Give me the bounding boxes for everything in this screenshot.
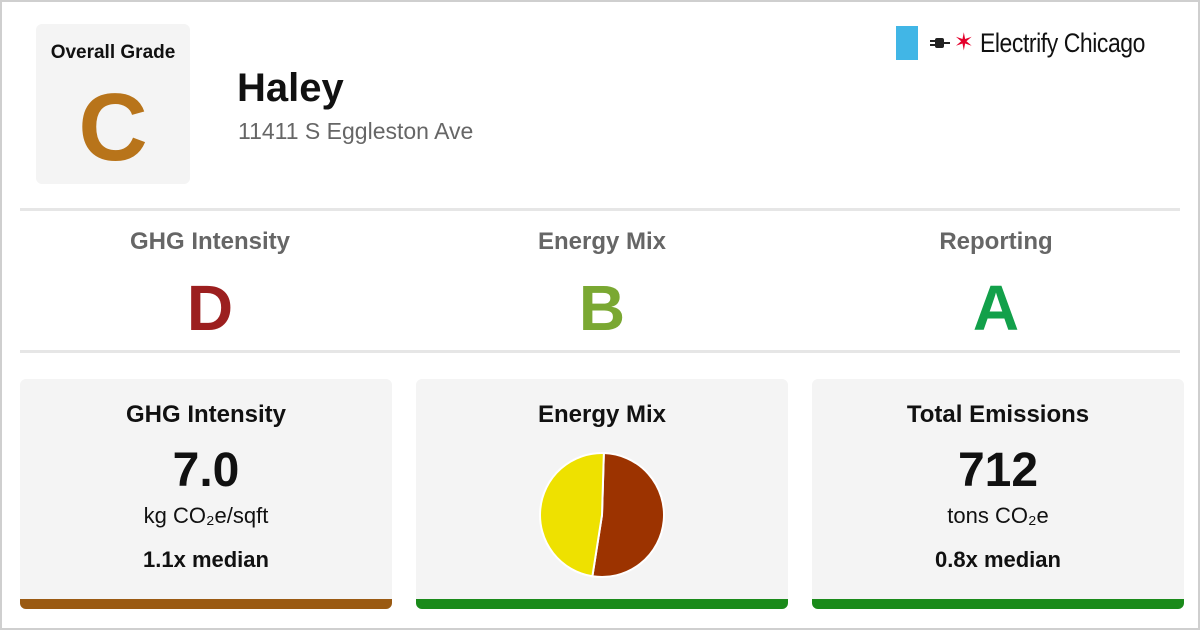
sub-grade-letter: A [972, 272, 1020, 344]
card-title: GHG Intensity [125, 401, 287, 428]
sub-grade-letter: B [578, 272, 626, 344]
sub-grade-energy-mix: Energy Mix B [412, 228, 792, 340]
card-title: Energy Mix [537, 401, 667, 428]
total-emissions-card: Total Emissions 712 tons CO₂e 0.8x media… [812, 379, 1184, 609]
red-star-icon: ✶ [953, 29, 974, 56]
divider-top [20, 208, 1180, 211]
flag-stripe-icon [895, 26, 918, 60]
card-accent-bar [20, 599, 392, 609]
logo-text: Electrify Chicago [979, 27, 1145, 58]
sub-grade-letter: D [186, 272, 234, 344]
sub-grade-title: Reporting [939, 228, 1053, 255]
card-value: 7.0 [172, 444, 240, 497]
sub-grade-title: Energy Mix [537, 228, 667, 255]
card-frame: Overall Grade C Haley 11411 S Eggleston … [0, 0, 1200, 630]
plug-icon [929, 38, 950, 48]
sub-grade-reporting: Reporting A [806, 228, 1186, 340]
energy-mix-card: Energy Mix [416, 379, 788, 609]
card-value: 712 [957, 444, 1039, 497]
pie-slice-1 [539, 452, 605, 578]
overall-grade-box: Overall Grade C [36, 24, 190, 184]
card-accent-bar [416, 599, 788, 609]
card-median: 1.1x median [143, 547, 269, 572]
energy-mix-pie-chart [539, 451, 665, 578]
overall-grade-letter: C [78, 74, 148, 181]
sub-grade-title: GHG Intensity [129, 228, 291, 255]
sub-grade-ghg: GHG Intensity D [20, 228, 400, 340]
electrify-chicago-logo[interactable]: ✶ Electrify Chicago [895, 26, 1174, 60]
card-accent-bar [812, 599, 1184, 609]
card-title: Total Emissions [906, 401, 1090, 428]
divider-middle [20, 350, 1180, 353]
card-unit: tons CO₂e [947, 503, 1049, 528]
card-median: 0.8x median [935, 547, 1061, 572]
overall-grade-label: Overall Grade [50, 42, 176, 63]
ghg-intensity-card: GHG Intensity 7.0 kg CO₂e/sqft 1.1x medi… [20, 379, 392, 609]
building-address: 11411 S Eggleston Ave [238, 118, 474, 144]
building-name: Haley [237, 66, 344, 110]
card-unit: kg CO₂e/sqft [143, 503, 269, 528]
